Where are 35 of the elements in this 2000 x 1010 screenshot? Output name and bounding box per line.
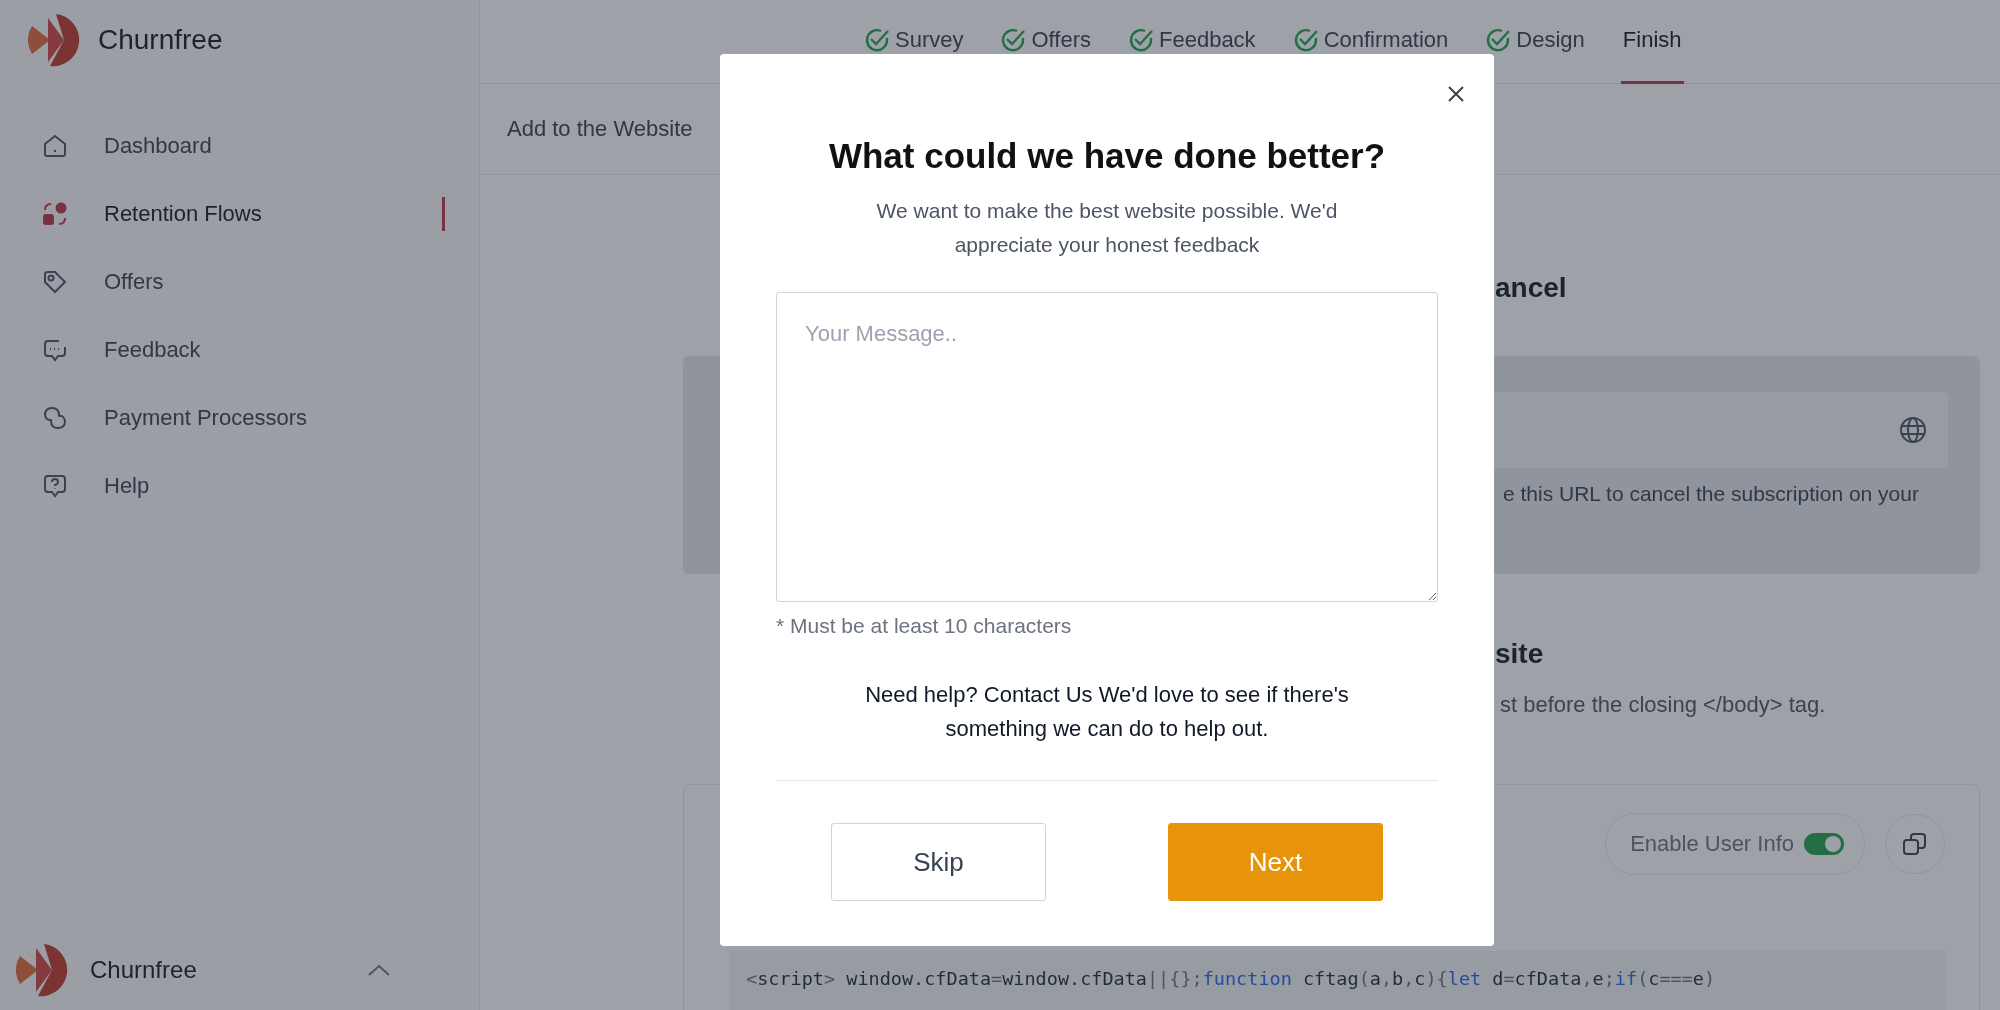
card-description: e this URL to cancel the subscription on your	[1503, 482, 1920, 506]
step-tab[interactable]: Design	[1484, 0, 1585, 84]
sidebar-item[interactable]: Offers	[0, 248, 479, 316]
sidebar-item[interactable]: Payment Processors	[0, 384, 479, 452]
page-title: Add to the Website	[507, 116, 693, 142]
account-name: Churnfree	[90, 956, 197, 984]
help-text: Need help? Contact Us We'd love to see if there's something we can do to help out.	[864, 681, 1350, 743]
next-button[interactable]: Next	[1168, 823, 1383, 901]
message-field[interactable]: Your Message..	[776, 292, 1438, 602]
check-circle-icon	[999, 26, 1028, 54]
code-line: <script> window.cfData=window.cfData||{};function cftag(a,b,c){let d=cfData,e;if(c===e)	[746, 967, 1717, 991]
step-tab[interactable]: Survey	[863, 0, 964, 84]
step-tab[interactable]: Finish	[1620, 0, 1684, 84]
dialog-subtitle: We want to make the best website possible. We'd appreciate your honest feedback	[875, 198, 1339, 258]
check-circle-icon	[1127, 26, 1155, 54]
sidebar-item[interactable]: Dashboard	[0, 112, 479, 180]
check-circle-icon	[863, 26, 891, 54]
dialog-title: What could we have done better?	[828, 135, 1386, 177]
sidebar-item[interactable]: Feedback	[0, 316, 479, 384]
chevron-up-icon[interactable]	[366, 963, 391, 977]
step-tab[interactable]: Confirmation	[1291, 0, 1449, 84]
skip-button[interactable]: Skip	[831, 823, 1046, 901]
globe-icon	[1898, 415, 1928, 445]
step-tab[interactable]: Offers	[999, 0, 1091, 84]
section-heading: ancel	[1495, 271, 1567, 305]
section-description: st before the closing </body> tag.	[1500, 692, 1827, 718]
sidebar-item[interactable]: Retention Flows	[0, 180, 479, 248]
brand-name: Churnfree	[98, 24, 223, 56]
field-hint: * Must be at least 10 characters	[776, 614, 1072, 638]
sidebar-item[interactable]: Help	[0, 452, 479, 520]
user-info-toggle[interactable]: Enable User Info	[1605, 813, 1865, 875]
check-circle-icon	[1484, 26, 1513, 54]
step-tab[interactable]: Feedback	[1127, 0, 1256, 84]
copy-icon	[1901, 830, 1929, 858]
section-heading: site	[1495, 637, 1544, 671]
